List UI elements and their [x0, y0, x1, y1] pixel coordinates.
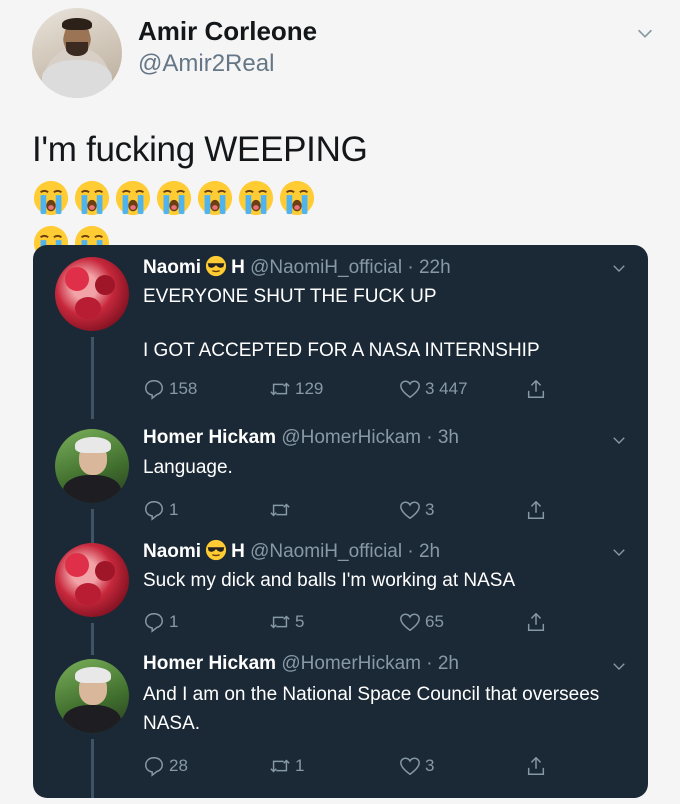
tweet-header: Homer Hickam @HomerHickam · 3h	[143, 427, 459, 449]
action-bar: 28 1 3	[143, 755, 603, 781]
reply-icon	[143, 755, 165, 777]
retweet-button[interactable]	[269, 499, 295, 521]
sunglasses-emoji-icon	[205, 255, 227, 277]
crying-emoji-icon	[237, 179, 275, 217]
author-name[interactable]: Naomi	[143, 257, 201, 278]
action-bar: 1 3	[143, 499, 603, 525]
thread-connector	[91, 623, 94, 655]
share-icon	[525, 378, 547, 400]
like-button[interactable]: 3	[399, 499, 434, 521]
reply-button[interactable]: 1	[143, 611, 178, 633]
tweet-text: I GOT ACCEPTED FOR A NASA INTERNSHIP	[143, 340, 540, 361]
heart-icon	[399, 499, 421, 521]
thread-connector	[91, 337, 94, 419]
crying-emoji-icon	[278, 179, 316, 217]
retweet-button[interactable]: 1	[269, 755, 304, 777]
retweet-button[interactable]: 5	[269, 611, 304, 633]
author-name[interactable]: Naomi	[143, 541, 201, 562]
tweet-text: I'm fucking WEEPING	[32, 128, 652, 264]
retweet-count: 1	[295, 756, 305, 775]
share-button[interactable]	[525, 611, 551, 633]
crying-emoji-icon	[32, 179, 70, 217]
share-icon	[525, 499, 547, 521]
share-button[interactable]	[525, 499, 551, 521]
reply-count: 1	[169, 500, 179, 519]
chevron-down-icon[interactable]	[634, 22, 656, 44]
reply-icon	[143, 611, 165, 633]
like-count: 65	[425, 612, 444, 631]
tweet-text: Language.	[143, 457, 233, 478]
reply-button[interactable]: 1	[143, 499, 178, 521]
share-button[interactable]	[525, 755, 551, 777]
retweet-icon	[269, 611, 291, 633]
reply-button[interactable]: 158	[143, 378, 197, 400]
retweet-count: 5	[295, 612, 305, 631]
author-name[interactable]: Homer Hickam	[143, 427, 276, 448]
reply-count: 158	[169, 379, 198, 398]
crying-emoji-icon	[114, 179, 152, 217]
author-meta: @HomerHickam · 3h	[281, 427, 459, 448]
tweet-header: Homer Hickam @HomerHickam · 2h	[143, 653, 459, 675]
avatar[interactable]	[32, 8, 122, 98]
avatar[interactable]	[55, 543, 129, 617]
heart-icon	[399, 378, 421, 400]
crying-emoji-icon	[196, 179, 234, 217]
like-button[interactable]: 3 447	[399, 378, 468, 400]
author-meta: @NaomiH_official · 2h	[250, 541, 441, 562]
action-bar: 158 129 3 447	[143, 378, 603, 404]
heart-icon	[399, 611, 421, 633]
retweet-count: 129	[295, 379, 324, 398]
crying-emoji-icon	[73, 179, 111, 217]
reply-button[interactable]: 28	[143, 755, 188, 777]
author-handle: @Amir2Real	[138, 50, 275, 77]
like-button[interactable]: 3	[399, 755, 434, 777]
like-count: 3 447	[425, 379, 468, 398]
outer-tweet-header: Amir Corleone @Amir2Real	[32, 8, 662, 100]
retweet-icon	[269, 499, 291, 521]
reply-icon	[143, 378, 165, 400]
tweet-text: Suck my dick and balls I'm working at NA…	[143, 570, 516, 591]
author-meta: @NaomiH_official · 22h	[250, 257, 451, 278]
thread-connector	[91, 739, 94, 798]
avatar[interactable]	[55, 659, 129, 733]
retweet-icon	[269, 378, 291, 400]
like-count: 3	[425, 756, 435, 775]
like-button[interactable]: 65	[399, 611, 444, 633]
retweet-button[interactable]: 129	[269, 378, 323, 400]
tweet-header: Naomi H @NaomiH_official · 22h	[143, 255, 451, 279]
author-meta: @HomerHickam · 2h	[281, 653, 459, 674]
author-name-suffix[interactable]: H	[231, 257, 245, 278]
avatar[interactable]	[55, 257, 129, 331]
reply-count: 28	[169, 756, 188, 775]
tweet-text: And I am on the National Space Council t…	[143, 684, 600, 734]
embedded-thread-screenshot: Naomi H @NaomiH_official · 22h EVERYONE S…	[33, 245, 648, 798]
heart-icon	[399, 755, 421, 777]
retweet-icon	[269, 755, 291, 777]
reply-icon	[143, 499, 165, 521]
thread-connector	[91, 509, 94, 543]
action-bar: 1 5 65	[143, 611, 603, 637]
reply-count: 1	[169, 612, 179, 631]
tweet-header: Naomi H @NaomiH_official · 2h	[143, 539, 440, 563]
sunglasses-emoji-icon	[205, 539, 227, 561]
crying-emoji-icon	[155, 179, 193, 217]
like-count: 3	[425, 500, 435, 519]
share-icon	[525, 611, 547, 633]
share-icon	[525, 755, 547, 777]
author-name[interactable]: Homer Hickam	[143, 653, 276, 674]
tweet-text-content: I'm fucking WEEPING	[32, 130, 368, 169]
author-name[interactable]: Amir Corleone	[138, 16, 317, 47]
author-name-suffix[interactable]: H	[231, 541, 245, 562]
chevron-down-icon[interactable]	[610, 431, 628, 449]
emoji-group	[32, 174, 319, 218]
share-button[interactable]	[525, 378, 551, 400]
chevron-down-icon[interactable]	[610, 259, 628, 277]
avatar[interactable]	[55, 429, 129, 503]
chevron-down-icon[interactable]	[610, 543, 628, 561]
chevron-down-icon[interactable]	[610, 657, 628, 675]
tweet-text: EVERYONE SHUT THE FUCK UP	[143, 286, 437, 307]
